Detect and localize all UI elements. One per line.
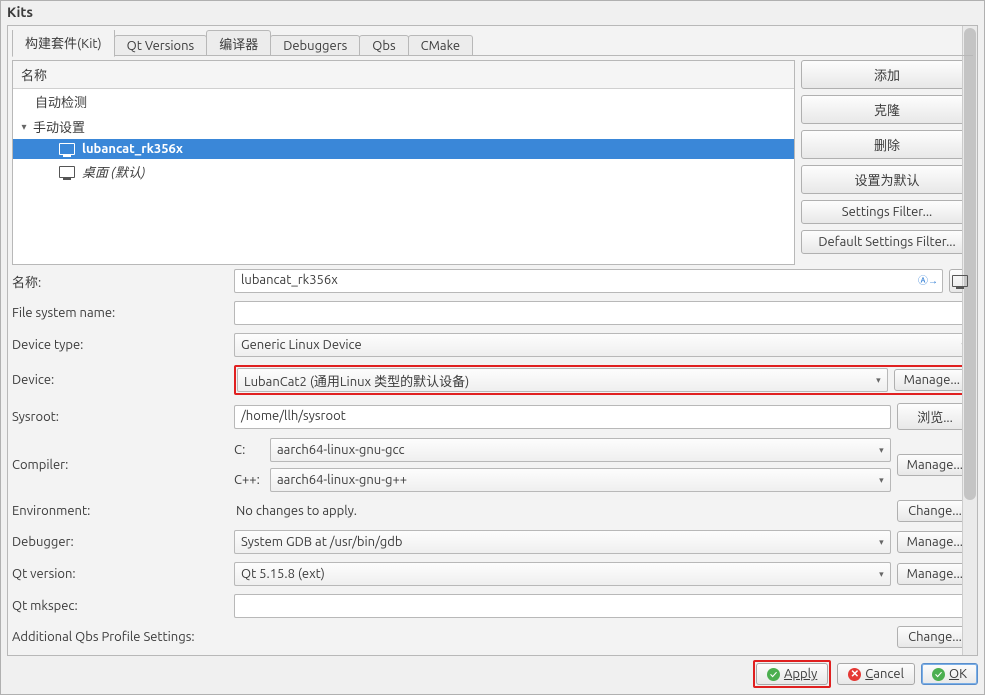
qt-version-label: Qt version: bbox=[12, 567, 228, 581]
tab-bar: 构建套件(Kit) Qt Versions 编译器 Debuggers Qbs … bbox=[12, 30, 973, 56]
chevron-down-icon: ▾ bbox=[879, 569, 884, 580]
device-label: Device: bbox=[12, 373, 228, 387]
sysroot-input[interactable]: /home/llh/sysroot bbox=[234, 405, 891, 429]
tree-group-manual[interactable]: ▾ 手动设置 bbox=[13, 114, 794, 139]
monitor-icon bbox=[59, 143, 75, 155]
filesystem-name-input[interactable] bbox=[234, 301, 973, 325]
sysroot-label: Sysroot: bbox=[12, 410, 228, 424]
add-button[interactable]: 添加 bbox=[801, 60, 973, 89]
scrollbar-thumb[interactable] bbox=[964, 28, 976, 500]
device-manage-button[interactable]: Manage... bbox=[894, 369, 970, 391]
debugger-select[interactable]: System GDB at /usr/bin/gdb▾ bbox=[234, 530, 891, 554]
tab-kits[interactable]: 构建套件(Kit) bbox=[12, 30, 115, 57]
qbs-settings-label: Additional Qbs Profile Settings: bbox=[12, 630, 228, 644]
environment-label: Environment: bbox=[12, 504, 228, 518]
qt-version-select[interactable]: Qt 5.15.8 (ext)▾ bbox=[234, 562, 891, 586]
apply-button[interactable]: ✓ Apply bbox=[756, 663, 828, 685]
chevron-down-icon: ▾ bbox=[876, 375, 881, 386]
device-type-label: Device type: bbox=[12, 338, 228, 352]
debugger-label: Debugger: bbox=[12, 535, 228, 549]
chevron-down-icon: ▾ bbox=[879, 475, 884, 486]
compiler-c-label: C: bbox=[234, 443, 264, 457]
tab-cmake[interactable]: CMake bbox=[408, 35, 473, 56]
vertical-scrollbar[interactable] bbox=[962, 26, 977, 655]
compiler-label: Compiler: bbox=[12, 458, 228, 472]
tab-debuggers[interactable]: Debuggers bbox=[270, 35, 360, 56]
qt-mkspec-input[interactable] bbox=[234, 594, 973, 618]
qt-mkspec-label: Qt mkspec: bbox=[12, 599, 228, 613]
default-settings-filter-button[interactable]: Default Settings Filter... bbox=[801, 230, 973, 254]
name-input[interactable]: lubancat_rk356x Ⓐ→ bbox=[234, 269, 943, 293]
monitor-icon bbox=[59, 166, 75, 178]
device-type-select[interactable]: Generic Linux Device▾ bbox=[234, 333, 973, 357]
make-default-button[interactable]: 设置为默认 bbox=[801, 165, 973, 194]
compiler-cpp-label: C++: bbox=[234, 473, 264, 487]
chevron-down-icon: ▾ bbox=[19, 121, 29, 133]
expand-variables-icon[interactable]: Ⓐ→ bbox=[918, 272, 938, 287]
kits-tree[interactable]: 名称 自动检测 ▾ 手动设置 lubancat_rk356x bbox=[12, 60, 795, 265]
environment-text: No changes to apply. bbox=[234, 501, 891, 521]
monitor-icon bbox=[952, 275, 968, 287]
tab-qt-versions[interactable]: Qt Versions bbox=[114, 35, 208, 56]
cancel-button[interactable]: ✕ Cancel bbox=[837, 663, 915, 685]
check-circle-icon: ✓ bbox=[767, 668, 780, 681]
compiler-c-select[interactable]: aarch64-linux-gnu-gcc▾ bbox=[270, 438, 891, 462]
settings-filter-button[interactable]: Settings Filter... bbox=[801, 200, 973, 224]
chevron-down-icon: ▾ bbox=[879, 537, 884, 548]
name-label: 名称: bbox=[12, 272, 228, 291]
check-circle-icon: ✓ bbox=[932, 668, 945, 681]
window-title: Kits bbox=[1, 1, 984, 23]
clone-button[interactable]: 克隆 bbox=[801, 95, 973, 124]
tree-item-lubancat[interactable]: lubancat_rk356x bbox=[13, 139, 794, 159]
tab-compilers[interactable]: 编译器 bbox=[206, 30, 271, 56]
compiler-cpp-select[interactable]: aarch64-linux-gnu-g++▾ bbox=[270, 468, 891, 492]
x-circle-icon: ✕ bbox=[848, 668, 861, 681]
chevron-down-icon: ▾ bbox=[879, 445, 884, 456]
device-select[interactable]: LubanCat2 (通用Linux 类型的默认设备)▾ bbox=[237, 368, 888, 392]
tab-qbs[interactable]: Qbs bbox=[359, 35, 408, 56]
delete-button[interactable]: 删除 bbox=[801, 130, 973, 159]
filesystem-name-label: File system name: bbox=[12, 306, 228, 320]
tree-group-autodetect[interactable]: 自动检测 bbox=[13, 89, 794, 114]
ok-button[interactable]: ✓ OK bbox=[921, 663, 978, 685]
qbs-settings-text bbox=[234, 634, 891, 640]
tree-header-name: 名称 bbox=[13, 61, 794, 89]
tree-item-desktop-default[interactable]: 桌面 (默认) bbox=[13, 159, 794, 184]
